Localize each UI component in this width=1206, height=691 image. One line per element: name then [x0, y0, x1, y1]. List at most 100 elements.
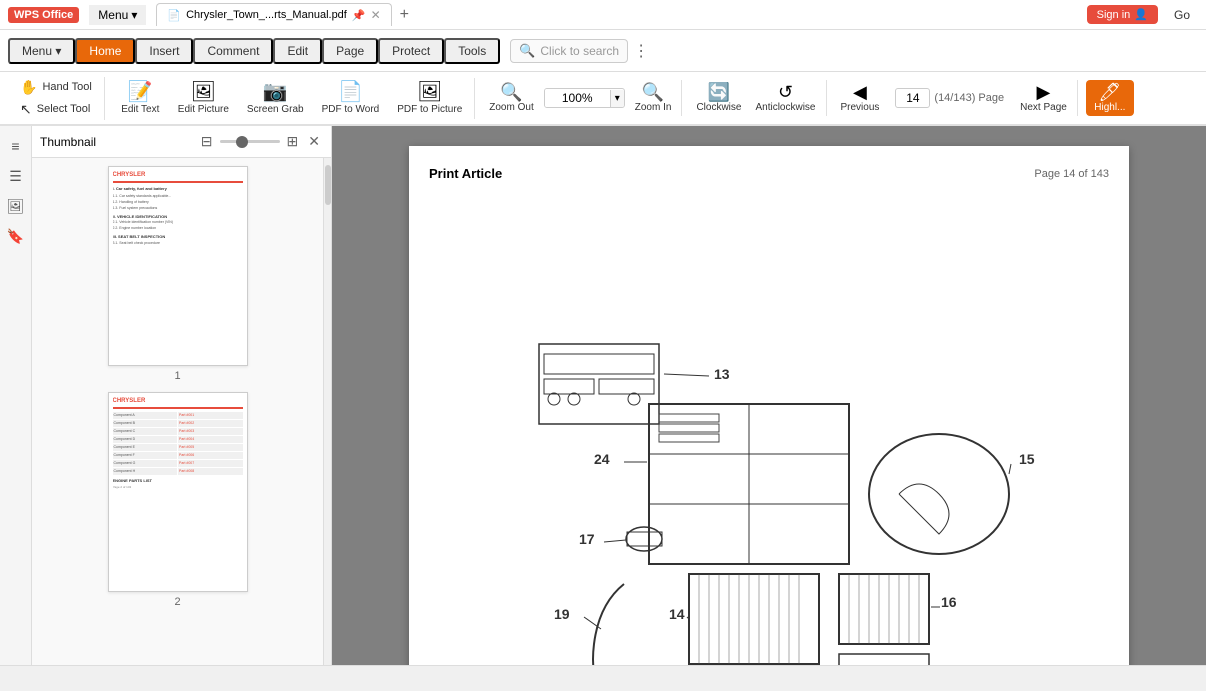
- screen-grab-button[interactable]: 📷 Screen Grab: [239, 78, 312, 119]
- wps-logo: WPS Office: [8, 7, 79, 23]
- thumbnail-page-num-2: 2: [174, 596, 180, 608]
- highlight-icon: 🖊: [1098, 83, 1121, 101]
- title-bar: WPS Office Menu ▾ 📄 Chrysler_Town_...rts…: [0, 0, 1206, 30]
- clockwise-button[interactable]: 🔄 Clockwise: [690, 80, 747, 116]
- highlight-group: 🖊 Highl...: [1082, 80, 1138, 116]
- doc-tab-name: Chrysler_Town_...rts_Manual.pdf: [186, 9, 347, 21]
- next-page-button[interactable]: ▶ Next Page: [1014, 80, 1073, 116]
- search-placeholder: Click to search: [540, 44, 619, 58]
- edit-picture-button[interactable]: 🖼 Edit Picture: [170, 78, 237, 119]
- anticlockwise-button[interactable]: ↺ Anticlockwise: [749, 80, 821, 116]
- zoom-in-button[interactable]: 🔍 Zoom In: [629, 80, 678, 116]
- toolbar: ✋ Hand Tool ↖ Select Tool 📝 Edit Text 🖼 …: [0, 72, 1206, 126]
- edit-text-button[interactable]: 📝 Edit Text: [113, 78, 168, 119]
- navigation-group: ◀ Previous 14 (14/143) Page ▶ Next Page: [831, 80, 1078, 116]
- thumbnail-item-1[interactable]: CHRYSLER I. Car safety, fuel and battery…: [108, 166, 248, 382]
- page-number-input[interactable]: 14: [895, 88, 930, 108]
- zoom-box[interactable]: 100% ▾: [544, 88, 625, 108]
- zoom-dropdown-icon[interactable]: ▾: [610, 90, 624, 107]
- anticlockwise-icon: ↺: [778, 83, 793, 101]
- svg-text:14: 14: [669, 606, 685, 622]
- ribbon-menu-arrow: ▾: [55, 44, 61, 58]
- svg-text:15: 15: [1019, 451, 1035, 467]
- sidebar-icon-images[interactable]: 🖼: [4, 194, 28, 218]
- hand-select-group: ✋ Hand Tool ↖ Select Tool: [8, 77, 105, 120]
- pdf-to-word-icon: 📄: [338, 82, 363, 102]
- previous-button[interactable]: ◀ Previous: [835, 80, 886, 116]
- thumbnail-scroll-wrapper: CHRYSLER I. Car safety, fuel and battery…: [32, 158, 331, 665]
- clockwise-label: Clockwise: [696, 102, 741, 113]
- sidebar: ≡ ☰ 🖼 🔖: [0, 126, 32, 665]
- hand-tool-button[interactable]: ✋ Hand Tool: [14, 77, 98, 98]
- ribbon-tab-page[interactable]: Page: [322, 38, 378, 64]
- zoom-out-button[interactable]: 🔍 Zoom Out: [483, 80, 539, 116]
- highlight-label: Highl...: [1094, 102, 1125, 113]
- thumbnail-list: CHRYSLER I. Car safety, fuel and battery…: [32, 158, 323, 665]
- hvac-diagram-svg: 13 24: [479, 324, 1059, 666]
- thumbnail-close-button[interactable]: ✕: [305, 132, 323, 151]
- close-icon[interactable]: ✕: [371, 8, 381, 22]
- sign-in-label: Sign in: [1097, 9, 1131, 21]
- edit-picture-icon: 🖼: [191, 82, 216, 102]
- thumbnail-item-2[interactable]: CHRYSLER Component APart #001 Component …: [108, 392, 248, 608]
- thumbnail-image-2: CHRYSLER Component APart #001 Component …: [108, 392, 248, 592]
- select-icon: ↖: [20, 101, 32, 118]
- sidebar-icon-bookmarks[interactable]: 🔖: [4, 224, 28, 248]
- select-tool-label: Select Tool: [37, 103, 91, 115]
- ribbon-tab-protect[interactable]: Protect: [378, 38, 444, 64]
- svg-text:13: 13: [714, 366, 730, 382]
- pdf-to-picture-button[interactable]: 🖼 PDF to Picture: [389, 78, 470, 119]
- page-number-info: Page 14 of 143: [1034, 168, 1109, 180]
- clockwise-icon: 🔄: [708, 83, 730, 101]
- pin-icon: 📌: [352, 9, 366, 22]
- sidebar-icon-pages[interactable]: ☰: [4, 164, 28, 188]
- ribbon-more-button[interactable]: ⋮: [633, 41, 649, 61]
- zoom-in-icon: 🔍: [642, 83, 664, 101]
- screen-grab-label: Screen Grab: [247, 104, 304, 115]
- ribbon-tab-insert[interactable]: Insert: [135, 38, 193, 64]
- title-actions: Sign in 👤 Go: [1087, 5, 1198, 24]
- next-page-label: Next Page: [1020, 102, 1067, 113]
- search-box[interactable]: 🔍 Click to search: [510, 39, 628, 63]
- edit-text-icon: 📝: [128, 82, 153, 102]
- thumbnail-expand-icon[interactable]: ⊞: [284, 132, 302, 151]
- thumbnail-panel: Thumbnail ⊟ ⊞ ✕ CHRYSLER: [32, 126, 332, 665]
- thumbnail-shrink-icon[interactable]: ⊟: [198, 132, 216, 151]
- zoom-group: 🔍 Zoom Out 100% ▾ 🔍 Zoom In: [479, 80, 682, 116]
- edit-text-group: 📝 Edit Text 🖼 Edit Picture 📷 Screen Grab…: [109, 78, 475, 119]
- pdf-icon: 📄: [167, 9, 181, 22]
- pdf-to-word-button[interactable]: 📄 PDF to Word: [314, 78, 388, 119]
- go-button[interactable]: Go: [1166, 6, 1198, 24]
- svg-text:19: 19: [554, 606, 570, 622]
- ribbon-tab-menu[interactable]: Menu ▾: [8, 38, 75, 64]
- pdf-to-picture-label: PDF to Picture: [397, 104, 462, 115]
- edit-picture-label: Edit Picture: [178, 104, 229, 115]
- sidebar-icon-list[interactable]: ≡: [4, 134, 28, 158]
- select-tool-button[interactable]: ↖ Select Tool: [14, 99, 98, 120]
- ribbon-tab-home[interactable]: Home: [75, 38, 135, 64]
- ribbon-tab-comment[interactable]: Comment: [193, 38, 273, 64]
- pdf-diagram-area: 13 24: [429, 191, 1109, 665]
- sign-in-button[interactable]: Sign in 👤: [1087, 5, 1158, 24]
- menu-button[interactable]: Menu ▾: [89, 5, 146, 25]
- thumbnail-scrollbar[interactable]: [323, 158, 331, 665]
- thumbnail-header: Thumbnail ⊟ ⊞ ✕: [32, 126, 331, 158]
- thumbnail-size-slider[interactable]: [220, 140, 280, 143]
- tab-bar: 📄 Chrysler_Town_...rts_Manual.pdf 📌 ✕ +: [156, 3, 1076, 26]
- pdf-page: Print Article Page 14 of 143: [409, 146, 1129, 665]
- status-bar: [0, 665, 1206, 691]
- zoom-in-label: Zoom In: [635, 102, 672, 113]
- zoom-input[interactable]: 100%: [545, 89, 610, 107]
- next-page-icon: ▶: [1037, 83, 1051, 101]
- thumbnail-scroll-thumb[interactable]: [325, 165, 331, 205]
- pdf-to-word-label: PDF to Word: [322, 104, 380, 115]
- pdf-viewer[interactable]: Print Article Page 14 of 143: [332, 126, 1206, 665]
- add-tab-button[interactable]: +: [392, 4, 417, 26]
- svg-text:24: 24: [594, 451, 610, 467]
- doc-tab[interactable]: 📄 Chrysler_Town_...rts_Manual.pdf 📌 ✕: [156, 3, 391, 26]
- ribbon-tab-tools[interactable]: Tools: [444, 38, 500, 64]
- ribbon-tab-edit[interactable]: Edit: [273, 38, 322, 64]
- page-info: (14/143) Page: [934, 92, 1004, 104]
- rotate-group: 🔄 Clockwise ↺ Anticlockwise: [686, 80, 826, 116]
- highlight-button[interactable]: 🖊 Highl...: [1086, 80, 1134, 116]
